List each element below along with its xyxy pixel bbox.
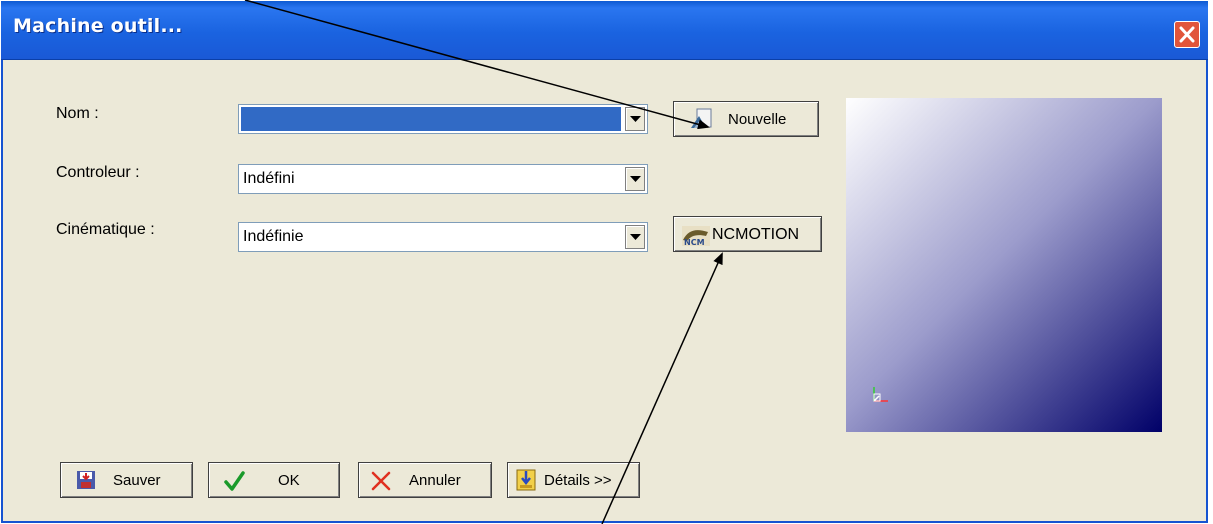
annotation-arrows xyxy=(244,0,723,524)
arrow-to-ncmotion xyxy=(601,252,723,524)
arrow-to-nouvelle xyxy=(244,0,710,130)
